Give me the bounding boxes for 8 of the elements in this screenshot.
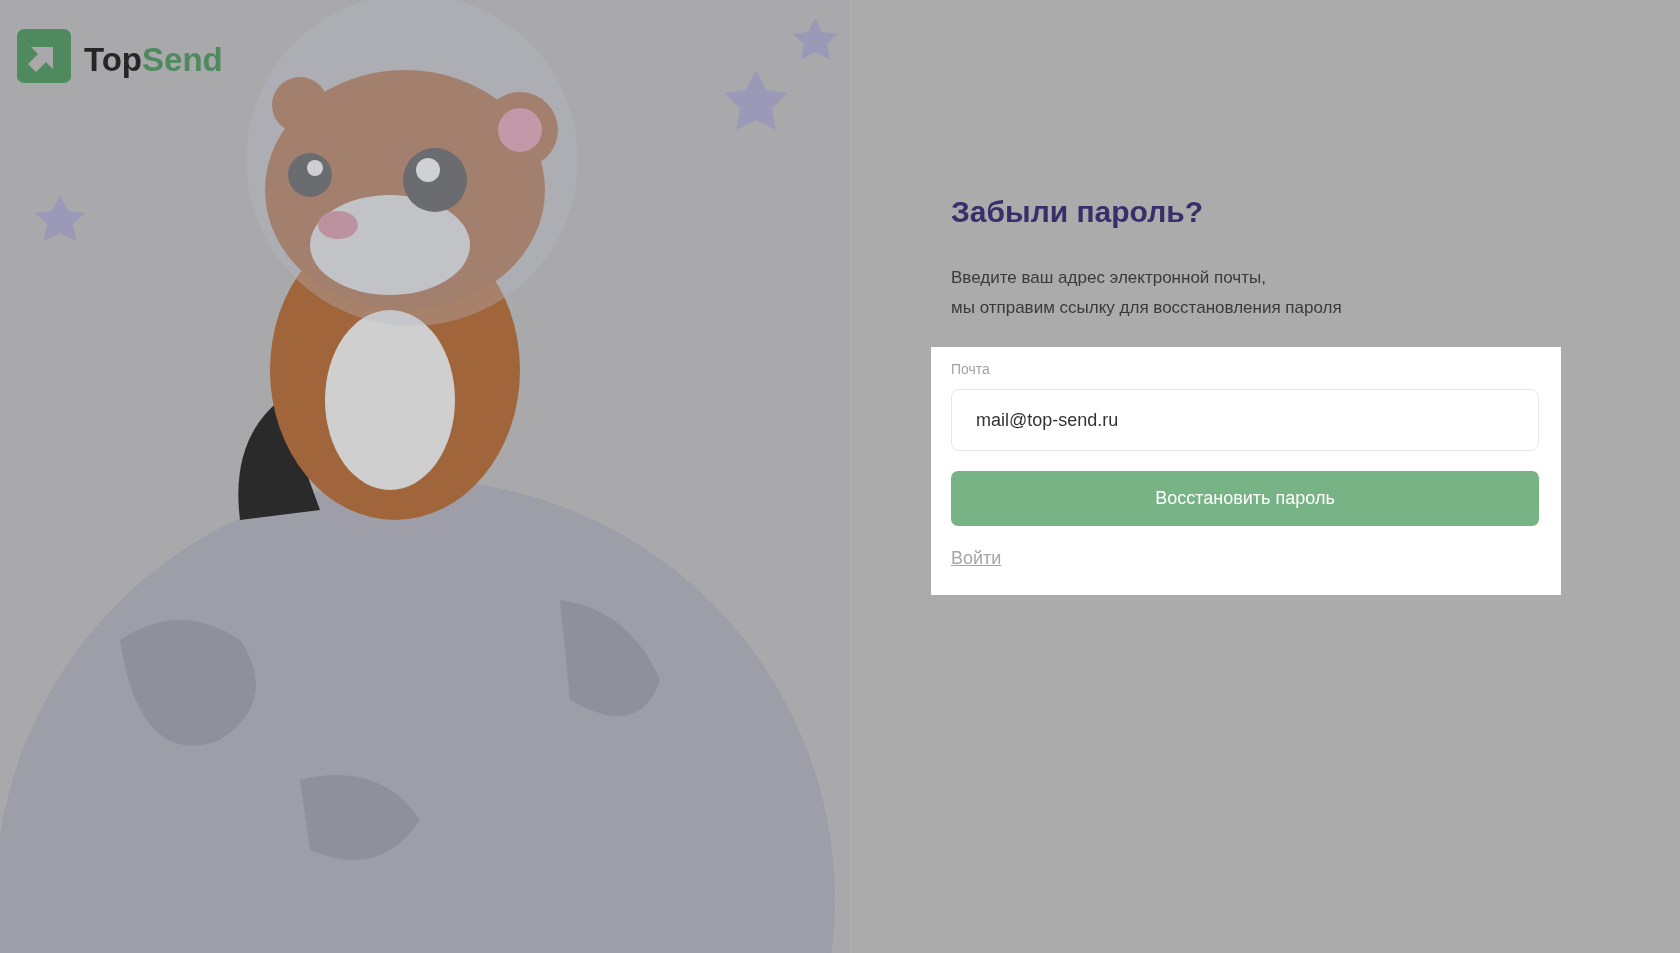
field-label: Почта — [951, 361, 991, 377]
logo-icon — [17, 29, 71, 83]
login-link[interactable]: Войти — [951, 548, 1002, 569]
logo-text: TopSend — [84, 40, 223, 79]
page-heading: Забыли пароль? — [951, 195, 1204, 229]
restore-password-button[interactable]: Восстановить пароль — [951, 471, 1539, 526]
instruction-text: Введите ваш адрес электронной почты, мы отправим ссылку для восстановления пароля — [951, 267, 1343, 319]
email-field[interactable]: mail@top-send.ru — [951, 389, 1539, 451]
